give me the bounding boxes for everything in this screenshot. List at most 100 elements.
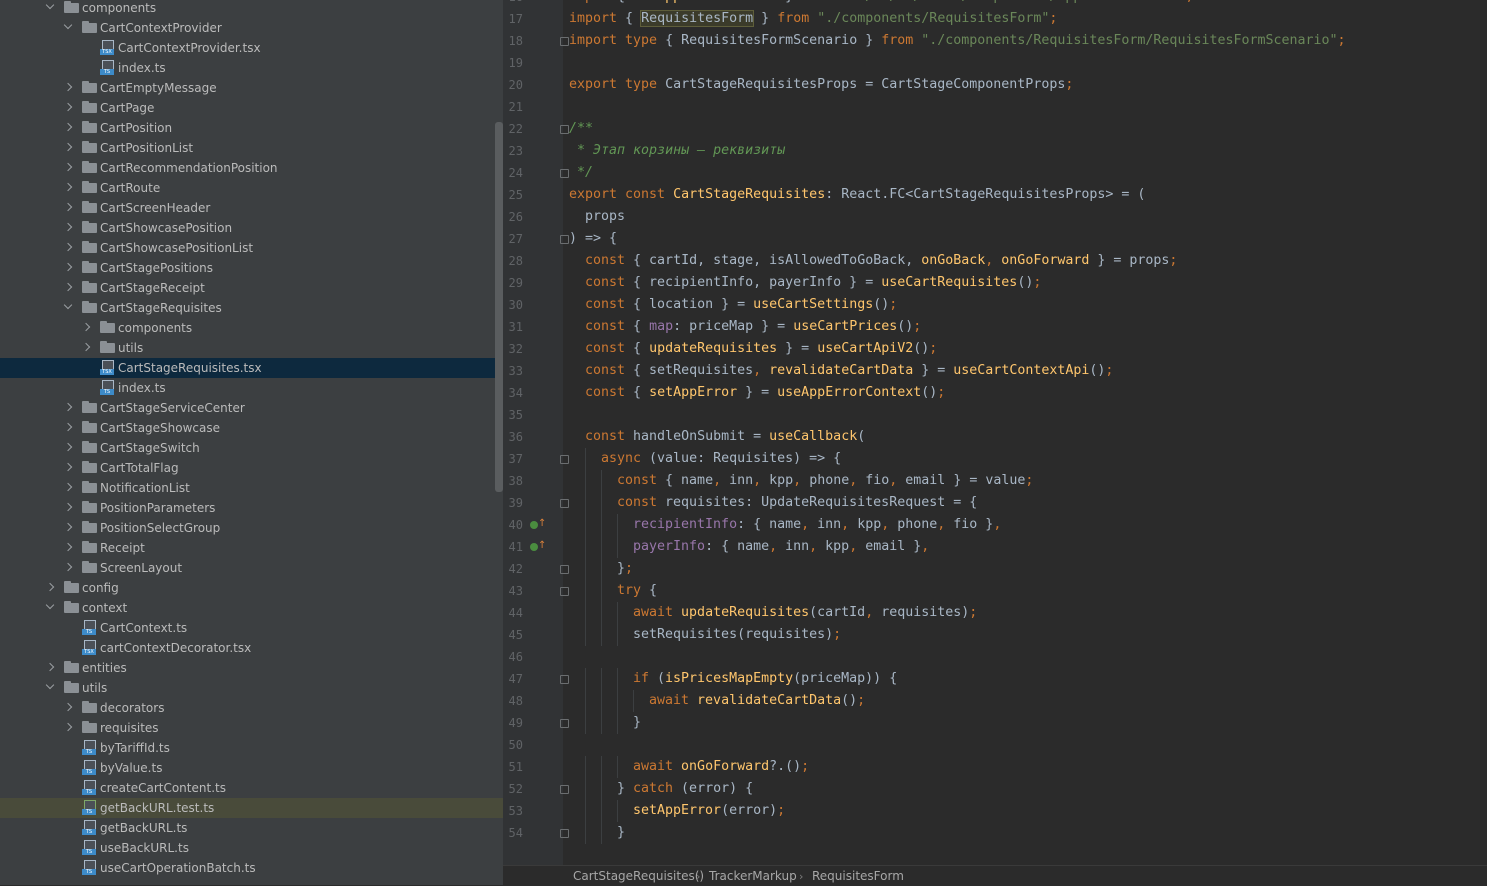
tree-file-item[interactable]: TS byValue.ts bbox=[0, 758, 503, 778]
chevron-right-icon[interactable] bbox=[63, 722, 73, 732]
tree-folder-item[interactable]: CartStagePositions bbox=[0, 258, 503, 278]
chevron-right-icon[interactable] bbox=[63, 402, 73, 412]
tree-file-item[interactable]: TS index.ts bbox=[0, 58, 503, 78]
chevron-right-icon[interactable] bbox=[63, 462, 73, 472]
tree-folder-item[interactable]: entities bbox=[0, 658, 503, 678]
code-line[interactable]: const { map: priceMap } = useCartPrices(… bbox=[585, 316, 921, 338]
tree-folder-item[interactable]: PositionParameters bbox=[0, 498, 503, 518]
tree-folder-item[interactable]: CartShowcasePosition bbox=[0, 218, 503, 238]
tree-folder-item[interactable]: CartStageShowcase bbox=[0, 418, 503, 438]
code-editor[interactable]: 16 17 18 19 20 21 22 23 24 25 26 27 28 29 30 31 32 33 34 35… bbox=[503, 0, 1487, 865]
chevron-down-icon[interactable] bbox=[45, 600, 55, 610]
code-line[interactable]: await revalidateCartData(); bbox=[649, 690, 865, 712]
code-line[interactable]: const { updateRequisites } = useCartApiV… bbox=[585, 338, 937, 360]
tree-file-item[interactable]: TSX CartStageRequisites.tsx bbox=[0, 358, 503, 378]
code-line[interactable]: import type { RequisitesFormScenario } f… bbox=[569, 30, 1346, 52]
tree-folder-item[interactable]: CartShowcasePositionList bbox=[0, 238, 503, 258]
tree-folder-item[interactable]: CartStageServiceCenter bbox=[0, 398, 503, 418]
tree-folder-item[interactable]: components bbox=[0, 318, 503, 338]
fold-marker-icon[interactable] bbox=[560, 37, 569, 46]
fold-marker-icon[interactable] bbox=[560, 587, 569, 596]
code-line[interactable]: /** bbox=[569, 118, 593, 140]
chevron-right-icon[interactable] bbox=[63, 502, 73, 512]
code-line[interactable]: setRequisites(requisites); bbox=[633, 624, 841, 646]
code-line[interactable]: const { setRequisites, revalidateCartDat… bbox=[585, 360, 1113, 382]
code-line[interactable]: import{ useAppErrorContext } from "../..… bbox=[569, 0, 1194, 8]
chevron-right-icon[interactable] bbox=[45, 662, 55, 672]
code-line[interactable]: }; bbox=[617, 558, 633, 580]
code-line[interactable]: const requisites: UpdateRequisitesReques… bbox=[617, 492, 977, 514]
tree-file-item[interactable]: TS CartContext.ts bbox=[0, 618, 503, 638]
chevron-right-icon[interactable] bbox=[63, 202, 73, 212]
tree-file-item[interactable]: TS useCartOperationBatch.ts bbox=[0, 858, 503, 878]
code-line[interactable]: payerInfo: { name, inn, kpp, email }, bbox=[633, 536, 929, 558]
tree-folder-item[interactable]: utils bbox=[0, 338, 503, 358]
tree-file-item[interactable]: TSX cartContextDecorator.tsx bbox=[0, 638, 503, 658]
code-line[interactable]: } bbox=[617, 822, 625, 844]
code-line[interactable]: const { name, inn, kpp, phone, fio, emai… bbox=[617, 470, 1033, 492]
chevron-right-icon[interactable] bbox=[63, 422, 73, 432]
code-line[interactable]: await onGoForward?.(); bbox=[633, 756, 809, 778]
chevron-down-icon[interactable] bbox=[63, 20, 73, 30]
chevron-right-icon[interactable] bbox=[63, 222, 73, 232]
fold-marker-icon[interactable] bbox=[560, 169, 569, 178]
chevron-right-icon[interactable] bbox=[63, 122, 73, 132]
chevron-right-icon[interactable] bbox=[45, 582, 55, 592]
tree-folder-item[interactable]: CartPositionList bbox=[0, 138, 503, 158]
code-line[interactable]: ) => { bbox=[569, 228, 617, 250]
code-line[interactable]: const handleOnSubmit = useCallback( bbox=[585, 426, 865, 448]
tree-folder-item[interactable]: CartEmptyMessage bbox=[0, 78, 503, 98]
code-line[interactable]: } bbox=[633, 712, 641, 734]
chevron-right-icon[interactable] bbox=[63, 442, 73, 452]
chevron-right-icon[interactable] bbox=[81, 322, 91, 332]
breadcrumb-item[interactable]: CartStageRequisites() bbox=[573, 869, 704, 883]
fold-marker-icon[interactable] bbox=[560, 719, 569, 728]
code-line[interactable]: * Этап корзины — реквизиты bbox=[569, 140, 785, 162]
code-line[interactable]: props bbox=[585, 206, 625, 228]
tree-folder-item[interactable]: CartStageReceipt bbox=[0, 278, 503, 298]
tree-file-item[interactable]: TS index.ts bbox=[0, 378, 503, 398]
chevron-right-icon[interactable] bbox=[81, 342, 91, 352]
code-line[interactable]: */ bbox=[569, 162, 593, 184]
chevron-right-icon[interactable] bbox=[63, 522, 73, 532]
code-line[interactable]: const { location } = useCartSettings(); bbox=[585, 294, 897, 316]
chevron-right-icon[interactable] bbox=[63, 142, 73, 152]
chevron-down-icon[interactable] bbox=[45, 0, 55, 10]
fold-marker-icon[interactable] bbox=[560, 565, 569, 574]
tree-file-item[interactable]: TS createCartContent.ts bbox=[0, 778, 503, 798]
fold-marker-icon[interactable] bbox=[560, 235, 569, 244]
code-line[interactable]: } catch (error) { bbox=[617, 778, 753, 800]
fold-marker-icon[interactable] bbox=[560, 499, 569, 508]
code-line[interactable]: import { RequisitesForm } from "./compon… bbox=[569, 8, 1057, 30]
code-line[interactable]: try { bbox=[617, 580, 657, 602]
tree-folder-item[interactable]: ScreenLayout bbox=[0, 558, 503, 578]
tree-file-item[interactable]: TSX CartContextProvider.tsx bbox=[0, 38, 503, 58]
tree-folder-item[interactable]: Receipt bbox=[0, 538, 503, 558]
tree-folder-item[interactable]: NotificationList bbox=[0, 478, 503, 498]
chevron-right-icon[interactable] bbox=[63, 82, 73, 92]
tree-folder-item[interactable]: CartStageSwitch bbox=[0, 438, 503, 458]
tree-file-item[interactable]: TS getBackURL.test.ts bbox=[0, 798, 503, 818]
tree-folder-item[interactable]: utils bbox=[0, 678, 503, 698]
tree-folder-item[interactable]: CartRoute bbox=[0, 178, 503, 198]
chevron-right-icon[interactable] bbox=[63, 242, 73, 252]
code-line[interactable]: export type CartStageRequisitesProps = C… bbox=[569, 74, 1073, 96]
chevron-right-icon[interactable] bbox=[63, 162, 73, 172]
fold-marker-icon[interactable] bbox=[560, 675, 569, 684]
fold-marker-icon[interactable] bbox=[560, 785, 569, 794]
chevron-right-icon[interactable] bbox=[63, 702, 73, 712]
chevron-right-icon[interactable] bbox=[63, 102, 73, 112]
code-line[interactable]: const { cartId, stage, isAllowedToGoBack… bbox=[585, 250, 1177, 272]
implements-gutter-icon[interactable]: ↑ bbox=[530, 519, 546, 531]
tree-file-item[interactable]: TS byTariffId.ts bbox=[0, 738, 503, 758]
fold-marker-icon[interactable] bbox=[560, 455, 569, 464]
tree-folder-item[interactable]: context bbox=[0, 598, 503, 618]
code-line[interactable]: const { recipientInfo, payerInfo } = use… bbox=[585, 272, 1041, 294]
chevron-down-icon[interactable] bbox=[63, 300, 73, 310]
code-line[interactable]: async (value: Requisites) => { bbox=[601, 448, 841, 470]
fold-marker-icon[interactable] bbox=[560, 125, 569, 134]
tree-folder-item[interactable]: PositionSelectGroup bbox=[0, 518, 503, 538]
tree-folder-item[interactable]: CartPage bbox=[0, 98, 503, 118]
chevron-right-icon[interactable] bbox=[63, 482, 73, 492]
fold-marker-icon[interactable] bbox=[560, 829, 569, 838]
